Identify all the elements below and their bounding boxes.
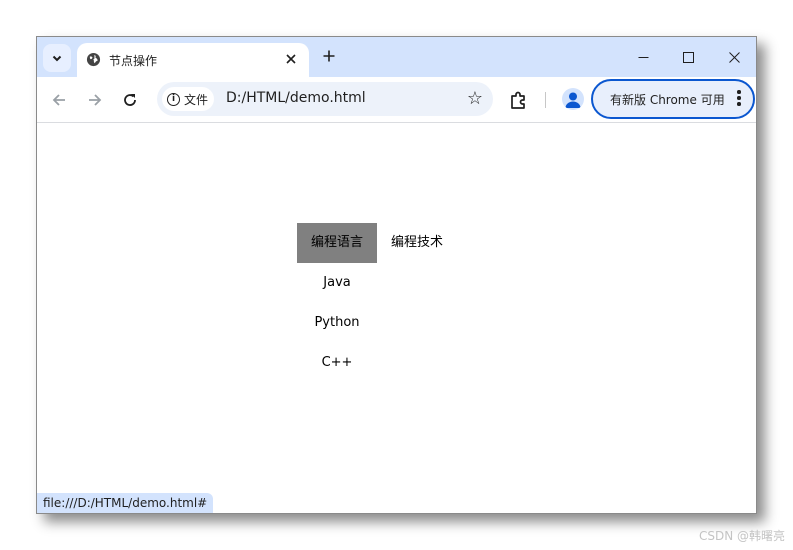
info-icon: i	[167, 92, 180, 106]
menu-item-programming-languages[interactable]: 编程语言	[297, 223, 377, 263]
browser-window: 节点操作 i 文件 D:/HTML/demo.html ☆ 有新版 Chrome…	[36, 36, 757, 514]
globe-icon	[86, 52, 101, 67]
active-tab[interactable]: 节点操作	[77, 43, 309, 77]
update-label: 有新版 Chrome 可用	[610, 92, 725, 107]
url-text[interactable]: D:/HTML/demo.html	[226, 90, 366, 106]
chevron-down-icon	[52, 55, 62, 62]
minimize-button[interactable]	[621, 41, 665, 73]
plus-icon	[323, 50, 335, 62]
minimize-icon	[638, 56, 648, 58]
dropdown-menu: 编程语言 编程技术 Java Python C++	[297, 223, 457, 383]
star-icon[interactable]: ☆	[467, 88, 483, 109]
new-tab-button[interactable]	[317, 44, 341, 68]
submenu-programming-languages: Java Python C++	[297, 263, 377, 383]
chrome-update-button[interactable]: 有新版 Chrome 可用	[591, 79, 755, 119]
page-content: 编程语言 编程技术 Java Python C++	[37, 124, 756, 513]
toolbar-divider	[545, 92, 546, 108]
close-icon	[286, 54, 296, 64]
window-close-button[interactable]	[712, 41, 756, 73]
arrow-left-icon	[52, 94, 65, 106]
back-button[interactable]	[45, 86, 73, 114]
kebab-icon[interactable]	[737, 90, 741, 106]
forward-button[interactable]	[81, 86, 109, 114]
maximize-button[interactable]	[666, 41, 710, 73]
tab-title: 节点操作	[109, 54, 158, 68]
browser-toolbar: i 文件 D:/HTML/demo.html ☆ 有新版 Chrome 可用	[37, 77, 756, 123]
reload-button[interactable]	[116, 86, 144, 114]
menu-bar: 编程语言 编程技术	[297, 223, 457, 263]
maximize-icon	[682, 51, 694, 63]
reload-icon	[124, 94, 136, 106]
profile-button[interactable]	[562, 88, 584, 110]
submenu-item-java[interactable]: Java	[297, 263, 377, 303]
tab-search-button[interactable]	[43, 44, 71, 72]
person-icon	[565, 92, 581, 108]
puzzle-icon[interactable]	[507, 88, 531, 112]
submenu-item-python[interactable]: Python	[297, 303, 377, 343]
submenu-item-cpp[interactable]: C++	[297, 343, 377, 383]
tab-strip: 节点操作	[37, 37, 756, 77]
site-chip-label: 文件	[184, 92, 209, 107]
tab-close-button[interactable]	[281, 49, 301, 69]
status-bar: file:///D:/HTML/demo.html#	[37, 493, 214, 513]
site-info-chip[interactable]: i 文件	[162, 87, 215, 111]
arrow-right-icon	[89, 94, 102, 106]
menu-item-programming-technology[interactable]: 编程技术	[377, 223, 457, 263]
address-bar[interactable]: i 文件 D:/HTML/demo.html ☆	[157, 82, 493, 116]
close-icon	[728, 51, 740, 63]
watermark: CSDN @韩曙亮	[698, 529, 785, 543]
